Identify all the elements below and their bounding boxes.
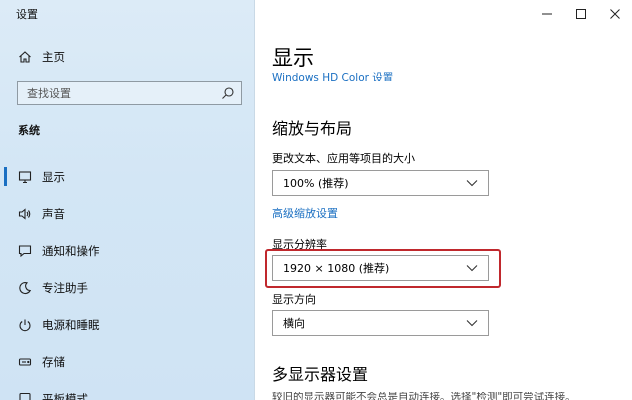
sidebar-item-label: 专注助手	[42, 280, 88, 295]
scale-dropdown-value: 100% (推荐)	[283, 177, 349, 190]
maximize-button[interactable]	[564, 0, 598, 28]
orientation-label: 显示方向	[272, 293, 316, 306]
maximize-icon	[576, 9, 586, 19]
sidebar-item-label: 电源和睡眠	[42, 317, 100, 332]
sidebar-item-label: 显示	[42, 169, 65, 184]
page-title: 显示	[272, 46, 314, 70]
hd-color-settings-link[interactable]: Windows HD Color 设置	[272, 71, 393, 81]
close-button[interactable]	[598, 0, 632, 28]
notification-icon	[18, 244, 32, 258]
minimize-icon	[542, 13, 552, 15]
storage-icon	[18, 355, 32, 369]
minimize-button[interactable]	[530, 0, 564, 28]
sidebar-item-label: 平板模式	[42, 391, 88, 400]
close-icon	[610, 9, 620, 19]
monitor-icon	[18, 170, 32, 184]
main-content: 显示 Windows HD Color 设置 缩放与布局 更改文本、应用等项目的…	[255, 0, 632, 400]
window-caption-buttons	[530, 0, 632, 28]
scale-layout-heading: 缩放与布局	[272, 119, 353, 138]
multi-display-description: 较旧的显示器可能不会总是自动连接。选择"检测"即可尝试连接。	[272, 392, 576, 400]
sidebar-item-label: 存储	[42, 354, 65, 369]
advanced-scaling-link[interactable]: 高级缩放设置	[272, 205, 338, 221]
chevron-down-icon	[466, 319, 478, 327]
search-input[interactable]	[27, 86, 221, 100]
sidebar: 设置 主页 系统 显示 声音 通知和操作	[0, 0, 255, 400]
resolution-dropdown-value: 1920 × 1080 (推荐)	[283, 262, 390, 275]
sidebar-home-label: 主页	[42, 50, 65, 64]
sidebar-item-storage[interactable]: 存储	[0, 343, 254, 380]
window-title: 设置	[16, 8, 38, 21]
sidebar-item-power-sleep[interactable]: 电源和睡眠	[0, 306, 254, 343]
scale-dropdown[interactable]: 100% (推荐)	[272, 170, 489, 196]
sidebar-item-label: 通知和操作	[42, 243, 100, 258]
orientation-dropdown-value: 横向	[283, 317, 305, 330]
chevron-down-icon	[466, 264, 478, 272]
sidebar-item-sound[interactable]: 声音	[0, 195, 254, 232]
sidebar-item-tablet-mode[interactable]: 平板模式	[0, 380, 254, 400]
resolution-dropdown[interactable]: 1920 × 1080 (推荐)	[272, 255, 489, 281]
sidebar-item-notifications[interactable]: 通知和操作	[0, 232, 254, 269]
search-box[interactable]	[17, 81, 242, 105]
moon-icon	[18, 281, 32, 295]
resolution-label: 显示分辨率	[272, 238, 327, 251]
sidebar-item-label: 声音	[42, 206, 65, 221]
chevron-down-icon	[466, 179, 478, 187]
sidebar-nav: 显示 声音 通知和操作 专注助手 电源和睡眠 存储 平板模式	[0, 158, 254, 400]
speaker-icon	[18, 207, 32, 221]
sidebar-home[interactable]: 主页	[18, 48, 65, 66]
sidebar-item-display[interactable]: 显示	[0, 158, 254, 195]
sidebar-item-focus-assist[interactable]: 专注助手	[0, 269, 254, 306]
orientation-dropdown[interactable]: 横向	[272, 310, 489, 336]
multi-display-heading: 多显示器设置	[272, 365, 369, 384]
search-icon[interactable]	[221, 86, 235, 100]
tablet-icon	[18, 392, 32, 400]
section-label-system: 系统	[18, 124, 40, 137]
scale-label: 更改文本、应用等项目的大小	[272, 152, 415, 165]
power-icon	[18, 318, 32, 332]
home-icon	[18, 50, 32, 64]
